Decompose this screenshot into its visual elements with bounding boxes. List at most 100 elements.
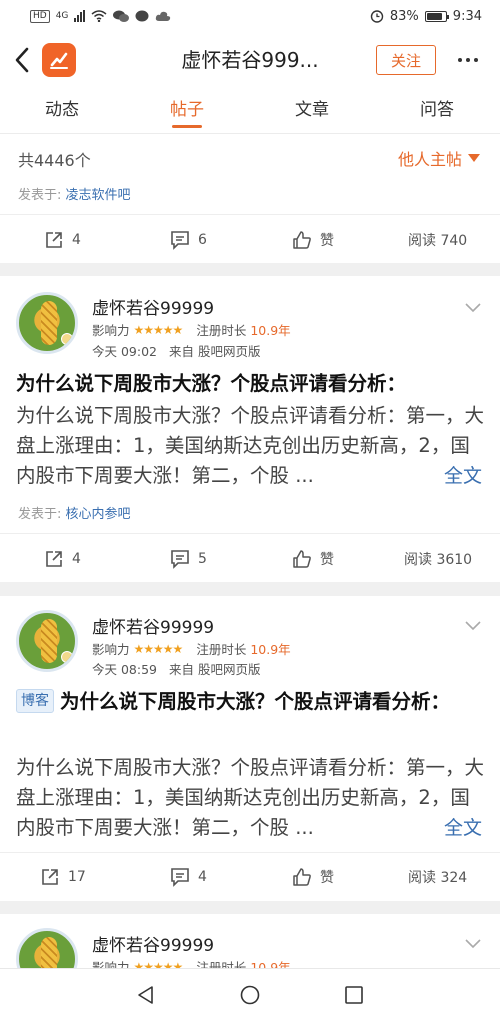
comment-button[interactable]: 6: [170, 217, 207, 263]
post-excerpt[interactable]: 为什么说下周股市大涨？个股点评请看分析：第一，大盘上涨理由：1，美国纳斯达克创出…: [16, 753, 486, 843]
read-count: 阅读 324: [408, 870, 468, 886]
share-icon: [46, 551, 62, 567]
hd-badge: HD: [30, 9, 50, 23]
influence-label: 影响力: [92, 323, 130, 338]
avatar[interactable]: [16, 292, 78, 354]
back-button[interactable]: [2, 32, 42, 88]
share-button[interactable]: 4: [44, 217, 81, 263]
chevron-down-icon[interactable]: [464, 934, 482, 952]
recent-apps-square-icon[interactable]: [344, 985, 364, 1005]
status-left: HD 4G: [30, 9, 171, 23]
like-button[interactable]: 赞: [292, 536, 334, 582]
wechat-icon: [113, 10, 130, 22]
read-count: 阅读 740: [408, 233, 468, 249]
share-button[interactable]: 4: [44, 536, 81, 582]
post-meta: 今天 08:59 来自 股吧网页版: [92, 659, 260, 678]
thumbs-up-icon: [293, 868, 311, 886]
share-icon: [42, 869, 58, 885]
posted-in-label: 发表于:: [18, 188, 62, 203]
post-source: 来自 股吧网页版: [168, 344, 261, 359]
post-title[interactable]: 为什么说下周股市大涨？个股点评请看分析：: [16, 368, 486, 400]
like-button[interactable]: 赞: [292, 217, 334, 263]
network-type: 4G: [55, 11, 69, 21]
divider: [0, 852, 500, 853]
comment-count: 6: [198, 232, 207, 248]
cloud-icon: [156, 11, 171, 21]
comment-button[interactable]: 5: [170, 536, 207, 582]
verified-badge-icon: [61, 651, 73, 663]
list-header: 共4446个 他人主帖: [0, 134, 500, 180]
home-circle-icon[interactable]: [240, 985, 260, 1005]
message-icon: [135, 10, 149, 21]
thumbs-up-icon: [293, 550, 311, 568]
author-stats: 影响力 ★★★★★ 注册时长 10.9年: [92, 639, 291, 658]
influence-label: 影响力: [92, 642, 130, 657]
posted-in: 发表于: 核心内参吧: [18, 503, 131, 522]
chevron-down-icon[interactable]: [464, 298, 482, 316]
wifi-icon: [91, 10, 107, 22]
registration-label: 注册时长: [196, 323, 247, 338]
alarm-icon: [370, 10, 384, 23]
registration-years: 10.9年: [250, 323, 291, 338]
like-label: 赞: [320, 552, 334, 568]
share-count: 4: [72, 232, 81, 248]
tab-activity[interactable]: 动态: [45, 88, 79, 134]
author-name[interactable]: 虚怀若谷99999: [92, 931, 214, 956]
filter-label: 他人主帖: [397, 150, 462, 169]
share-button[interactable]: 17: [40, 854, 86, 900]
read-full-link[interactable]: 全文: [439, 813, 482, 840]
comment-button[interactable]: 4: [170, 854, 207, 900]
author-name[interactable]: 虚怀若谷99999: [92, 294, 214, 319]
bar-link[interactable]: 核心内参吧: [66, 507, 131, 522]
comment-icon: [171, 231, 189, 250]
signal-icon: [74, 10, 86, 22]
system-nav-bar: [0, 968, 500, 1020]
post-filter-dropdown[interactable]: 他人主帖: [398, 146, 480, 170]
like-label: 赞: [320, 870, 334, 886]
like-label: 赞: [320, 233, 334, 249]
tab-qa[interactable]: 问答: [420, 88, 454, 134]
author-stats: 影响力 ★★★★★ 注册时长 10.9年: [92, 320, 291, 339]
battery-percent: 83%: [389, 8, 419, 24]
avatar[interactable]: [16, 610, 78, 672]
share-count: 17: [68, 869, 86, 885]
status-right: 83% 9:34: [370, 9, 482, 24]
chevron-left-icon: [15, 47, 29, 73]
post-actions: 17 4 赞 阅读 324: [0, 854, 500, 900]
tab-articles[interactable]: 文章: [295, 88, 329, 134]
registration-label: 注册时长: [196, 642, 247, 657]
comment-count: 5: [198, 551, 207, 567]
follow-button[interactable]: 关注: [376, 45, 436, 75]
nav-bar: 虚怀若谷999... 关注: [0, 32, 500, 88]
posted-in-label: 发表于:: [18, 507, 62, 522]
posted-in: 发表于: 凌志软件吧: [18, 184, 131, 203]
post-excerpt[interactable]: 为什么说下周股市大涨？个股点评请看分析：第一，大盘上涨理由：1，美国纳斯达克创出…: [16, 401, 486, 491]
share-count: 4: [72, 551, 81, 567]
like-button[interactable]: 赞: [292, 854, 334, 900]
read-count: 阅读 3610: [404, 552, 473, 568]
post-meta: 今天 09:02 来自 股吧网页版: [92, 341, 260, 360]
status-bar: HD 4G 83% 9:34: [0, 0, 500, 32]
registration-years: 10.9年: [250, 642, 291, 657]
post-title[interactable]: 博客 为什么说下周股市大涨？个股点评请看分析：: [16, 686, 486, 718]
verified-badge-icon: [61, 333, 73, 345]
app-logo-icon[interactable]: [42, 43, 76, 77]
back-triangle-icon[interactable]: [136, 985, 156, 1005]
post-count: 共4446个: [18, 151, 91, 170]
post-time: 今天 08:59: [92, 662, 157, 677]
tab-posts[interactable]: 帖子: [170, 88, 204, 134]
chevron-down-icon[interactable]: [464, 616, 482, 634]
divider: [0, 214, 500, 215]
thumbs-up-icon: [293, 231, 311, 249]
read-full-link[interactable]: 全文: [439, 461, 482, 488]
post-source: 来自 股吧网页版: [168, 662, 261, 677]
more-options-button[interactable]: [452, 45, 484, 75]
comment-icon: [171, 868, 189, 887]
bar-link[interactable]: 凌志软件吧: [66, 188, 131, 203]
divider: [0, 533, 500, 534]
post-title-text: 为什么说下周股市大涨？个股点评请看分析：: [60, 690, 451, 713]
influence-stars: ★★★★★: [133, 641, 184, 656]
comment-count: 4: [198, 869, 207, 885]
post-actions: 4 5 赞 阅读 3610: [0, 536, 500, 582]
author-name[interactable]: 虚怀若谷99999: [92, 613, 214, 638]
